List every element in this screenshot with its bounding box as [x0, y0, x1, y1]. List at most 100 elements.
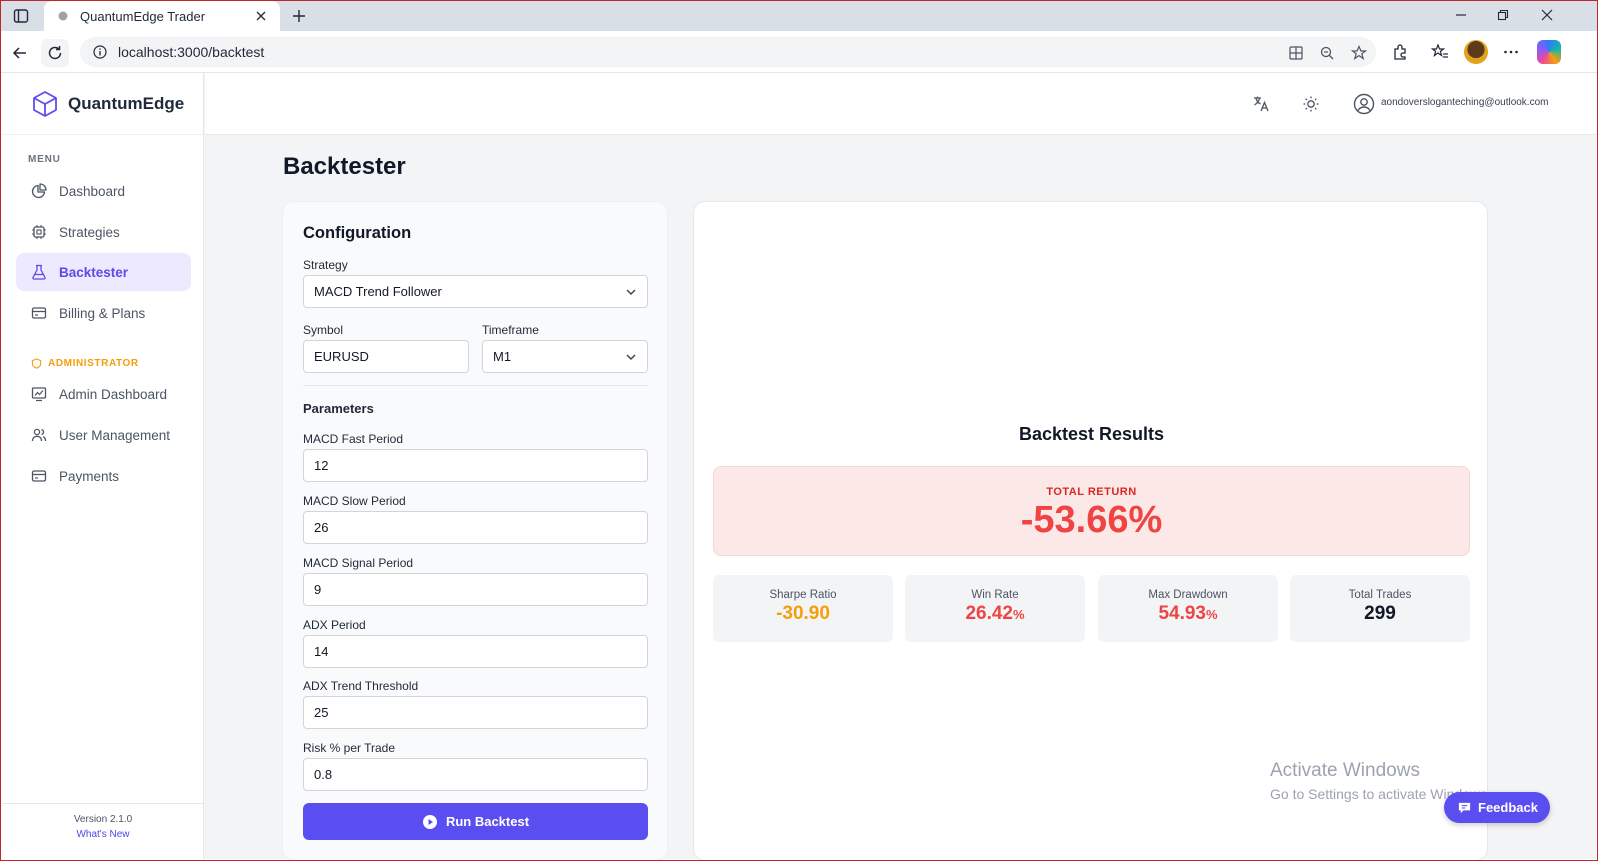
- metric-sharpe-ratio: Sharpe Ratio -30.90: [713, 575, 893, 642]
- new-tab-icon[interactable]: [288, 5, 310, 27]
- metric-value: -30.90: [776, 603, 830, 624]
- run-backtest-button[interactable]: Run Backtest: [303, 803, 648, 840]
- sidebar-item-billing[interactable]: Billing & Plans: [16, 294, 191, 332]
- macd-fast-input[interactable]: 12: [303, 449, 648, 482]
- parameters-title: Parameters: [303, 401, 374, 416]
- sidebar-item-backtester[interactable]: Backtester: [16, 253, 191, 291]
- timeframe-label: Timeframe: [482, 323, 539, 337]
- menu-section-label: MENU: [28, 154, 61, 165]
- symbol-value: EURUSD: [314, 349, 369, 364]
- strategy-value: MACD Trend Follower: [314, 284, 442, 299]
- cpu-icon: [30, 223, 48, 241]
- sidebar-item-dashboard[interactable]: Dashboard: [16, 172, 191, 210]
- sidebar-item-payments[interactable]: Payments: [16, 457, 191, 495]
- risk-value: 0.8: [314, 767, 333, 782]
- macd-slow-input[interactable]: 26: [303, 511, 648, 544]
- metric-value: 299: [1364, 603, 1396, 624]
- macd-signal-input[interactable]: 9: [303, 573, 648, 606]
- page-title: Backtester: [283, 153, 406, 180]
- credit-card-icon: [30, 467, 48, 485]
- favorite-star-icon[interactable]: [1350, 44, 1368, 62]
- results-title: Backtest Results: [1018, 424, 1165, 444]
- whats-new-link[interactable]: What's New: [2, 829, 204, 840]
- sidebar: QuantumEdge MENU Dashboard Strategies Ba…: [2, 73, 204, 859]
- divider: [303, 385, 648, 386]
- address-bar[interactable]: localhost:3000/backtest: [80, 37, 1376, 67]
- close-tab-icon[interactable]: [252, 7, 270, 25]
- adx-period-label: ADX Period: [303, 618, 366, 632]
- extensions-icon[interactable]: [1388, 40, 1412, 64]
- theme-toggle-icon[interactable]: [1300, 93, 1322, 115]
- close-window-icon[interactable]: [1534, 4, 1560, 26]
- brand[interactable]: QuantumEdge: [2, 73, 203, 135]
- zoom-icon[interactable]: [1318, 44, 1336, 62]
- timeframe-value: M1: [493, 349, 512, 364]
- macd-fast-value: 12: [314, 458, 329, 473]
- browser-tab[interactable]: QuantumEdge Trader: [44, 1, 280, 31]
- sidebar-item-label: Backtester: [59, 264, 129, 280]
- adx-threshold-value: 25: [314, 705, 329, 720]
- risk-input[interactable]: 0.8: [303, 758, 648, 791]
- tab-title: QuantumEdge Trader: [80, 8, 206, 24]
- metric-value: 54.93%: [1158, 603, 1218, 624]
- credit-card-icon: [30, 304, 48, 322]
- app-root: QuantumEdge MENU Dashboard Strategies Ba…: [2, 73, 1596, 861]
- feedback-button[interactable]: Feedback: [1444, 792, 1550, 823]
- chevron-down-icon: [625, 351, 637, 363]
- sidebar-footer: Version 2.1.0 What's New: [2, 803, 204, 859]
- profile-avatar[interactable]: [1464, 40, 1488, 64]
- chevron-down-icon: [625, 286, 637, 298]
- back-icon[interactable]: [6, 39, 34, 67]
- adx-threshold-input[interactable]: 25: [303, 696, 648, 729]
- metric-max-drawdown: Max Drawdown 54.93%: [1098, 575, 1278, 642]
- sidebar-item-admin-dashboard[interactable]: Admin Dashboard: [16, 375, 191, 413]
- copilot-icon[interactable]: [1537, 40, 1561, 64]
- app-available-icon[interactable]: [1287, 44, 1305, 62]
- restore-icon[interactable]: [1490, 4, 1516, 26]
- user-account-icon[interactable]: [1353, 93, 1375, 115]
- macd-fast-label: MACD Fast Period: [303, 432, 404, 446]
- cube-logo-icon: [30, 89, 60, 119]
- sidebar-item-user-management[interactable]: User Management: [16, 416, 191, 454]
- feedback-label: Feedback: [1478, 800, 1538, 815]
- users-icon: [30, 426, 48, 444]
- symbol-input[interactable]: EURUSD: [303, 340, 469, 373]
- adx-threshold-label: ADX Trend Threshold: [303, 679, 419, 693]
- reload-icon[interactable]: [41, 39, 69, 67]
- total-return-value: -53.66%: [1020, 499, 1163, 541]
- sidebar-item-label: Admin Dashboard: [59, 386, 168, 402]
- more-options-icon[interactable]: [1499, 40, 1523, 64]
- strategy-select[interactable]: MACD Trend Follower: [303, 275, 648, 308]
- macd-signal-value: 9: [314, 582, 322, 597]
- sidebar-item-strategies[interactable]: Strategies: [16, 213, 191, 251]
- metric-label: Sharpe Ratio: [769, 589, 837, 601]
- sidebar-item-label: Dashboard: [59, 183, 126, 199]
- strategy-label: Strategy: [303, 258, 348, 272]
- macd-slow-label: MACD Slow Period: [303, 494, 406, 508]
- configuration-title: Configuration: [303, 224, 412, 242]
- macd-slow-value: 26: [314, 520, 329, 535]
- play-icon: [422, 814, 438, 830]
- total-return-label: TOTAL RETURN: [1046, 486, 1137, 498]
- site-info-icon[interactable]: [92, 44, 108, 60]
- minimize-icon[interactable]: [1448, 4, 1474, 26]
- admin-label-text: ADMINISTRATOR: [48, 357, 139, 369]
- user-email[interactable]: aondoversloganteching@outlook.com: [1381, 97, 1548, 108]
- timeframe-select[interactable]: M1: [482, 340, 648, 373]
- pie-chart-icon: [30, 182, 48, 200]
- tab-actions-icon[interactable]: [10, 6, 32, 26]
- browser-toolbar: localhost:3000/backtest: [0, 31, 1598, 73]
- metric-value: 26.42%: [965, 603, 1025, 624]
- shield-icon: [30, 357, 42, 369]
- adx-period-value: 14: [314, 644, 329, 659]
- metric-label: Total Trades: [1348, 589, 1412, 601]
- run-backtest-label: Run Backtest: [445, 814, 530, 829]
- adx-period-input[interactable]: 14: [303, 635, 648, 668]
- favorites-icon[interactable]: [1428, 40, 1452, 64]
- macd-signal-label: MACD Signal Period: [303, 556, 414, 570]
- chat-bubble-icon: [1456, 800, 1472, 816]
- translate-icon[interactable]: [1250, 93, 1272, 115]
- chart-icon: [30, 385, 48, 403]
- metric-total-trades: Total Trades 299: [1290, 575, 1470, 642]
- activate-title: Activate Windows: [1270, 760, 1420, 781]
